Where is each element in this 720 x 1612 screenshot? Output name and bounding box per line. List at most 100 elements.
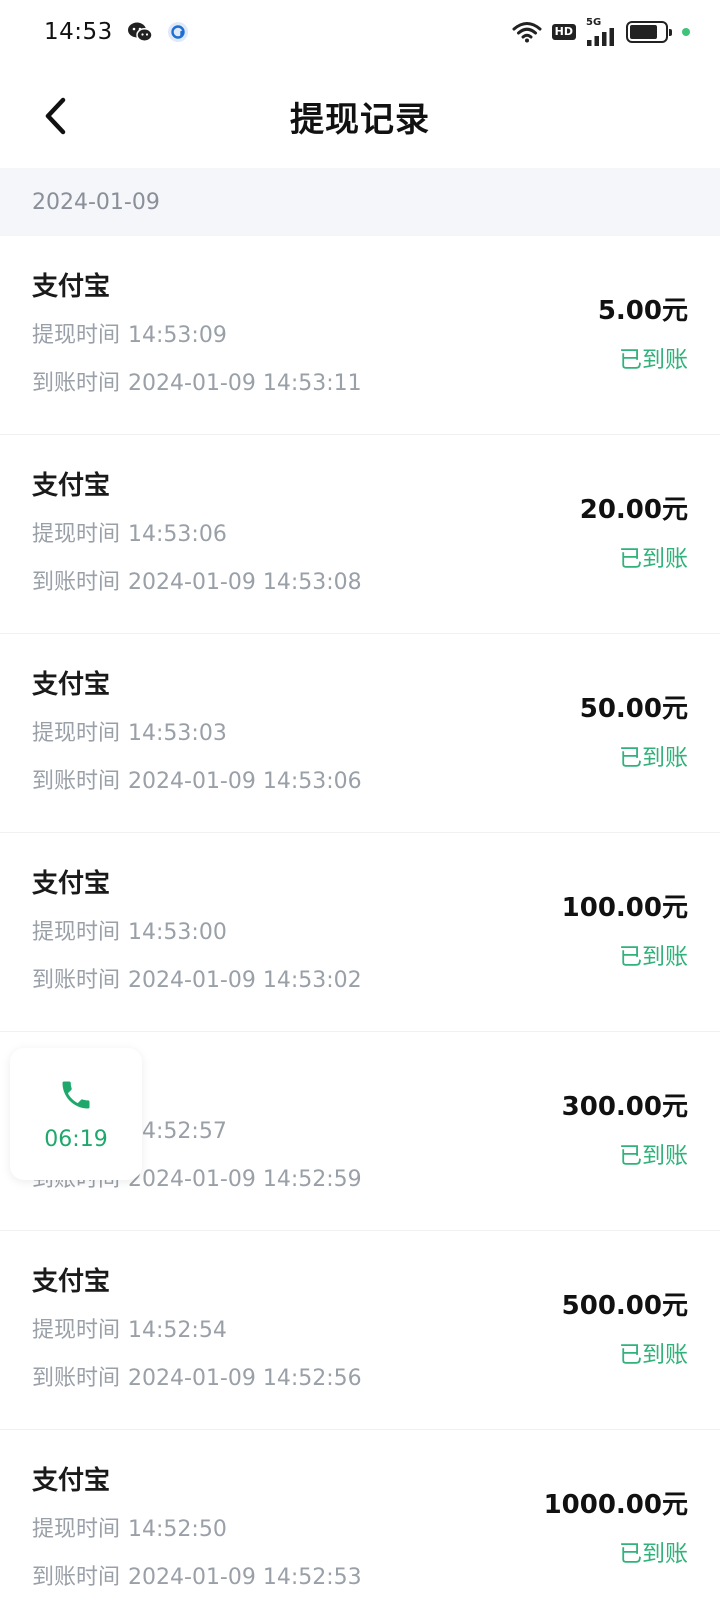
record-summary: 50.00元 已到账 bbox=[580, 693, 688, 773]
header: 提现记录 bbox=[0, 64, 720, 168]
network-type-label: 5G bbox=[586, 17, 602, 28]
withdraw-amount: 50.00元 bbox=[579, 694, 688, 724]
record-row[interactable]: 支付宝 提现时间 14:53:03 到账时间 2024-01-09 14:53:06… bbox=[0, 634, 720, 833]
record-summary: 1000.00元 已到账 bbox=[544, 1489, 688, 1569]
payment-method: 支付宝 bbox=[32, 471, 111, 501]
arrival-time-label: 到账时间 bbox=[32, 570, 121, 595]
arrival-time-label: 到账时间 bbox=[32, 1565, 121, 1590]
record-details: 支付宝 提现时间 14:53:06 到账时间 2024-01-09 14:53:08 bbox=[32, 471, 362, 597]
withdraw-time-value: 14:53:06 bbox=[128, 522, 227, 547]
screen: 14:53 HD 5G 提现记录 2024-01-09 支付宝 提现时间 14:… bbox=[0, 0, 720, 1612]
withdraw-time-value: 14:53:03 bbox=[128, 721, 227, 746]
withdraw-amount: 1000.00元 bbox=[543, 1490, 688, 1520]
record-details: 支付宝 提现时间 14:53:03 到账时间 2024-01-09 14:53:06 bbox=[32, 670, 362, 796]
signal-icon: 5G bbox=[586, 18, 616, 46]
withdraw-time-line: 提现时间 14:53:06 bbox=[32, 521, 362, 549]
payment-method: 支付宝 bbox=[32, 1466, 111, 1496]
record-summary: 100.00元 已到账 bbox=[562, 892, 688, 972]
floating-call-widget[interactable]: 06:19 bbox=[10, 1048, 142, 1180]
status-badge: 已到账 bbox=[619, 1143, 688, 1169]
withdraw-amount: 300.00元 bbox=[561, 1092, 688, 1122]
withdraw-time-line: 提现时间 14:53:09 bbox=[32, 322, 362, 350]
date-section-header: 2024-01-09 bbox=[0, 168, 720, 236]
payment-method: 支付宝 bbox=[32, 1267, 111, 1297]
wechat-icon bbox=[127, 21, 153, 43]
payment-method: 支付宝 bbox=[32, 869, 111, 899]
app-notification-icon bbox=[167, 21, 189, 43]
withdraw-time-label: 提现时间 bbox=[32, 323, 121, 348]
arrival-time-value: 2024-01-09 14:52:56 bbox=[128, 1366, 362, 1391]
arrival-time-value: 2024-01-09 14:53:08 bbox=[128, 570, 362, 595]
withdraw-time-label: 提现时间 bbox=[32, 522, 121, 547]
arrival-time-label: 到账时间 bbox=[32, 968, 121, 993]
status-badge: 已到账 bbox=[619, 1541, 688, 1567]
arrival-time-value: 2024-01-09 14:53:06 bbox=[128, 769, 362, 794]
status-badge: 已到账 bbox=[619, 1342, 688, 1368]
chevron-left-icon bbox=[45, 97, 66, 135]
status-badge: 已到账 bbox=[619, 745, 688, 771]
arrival-time-value: 2024-01-09 14:52:59 bbox=[128, 1167, 362, 1192]
withdraw-time-line: 提现时间 14:52:54 bbox=[32, 1317, 362, 1345]
section-date: 2024-01-09 bbox=[32, 189, 160, 215]
withdraw-time-value: 14:52:50 bbox=[128, 1517, 227, 1542]
withdraw-time-label: 提现时间 bbox=[32, 721, 121, 746]
withdraw-amount: 500.00元 bbox=[561, 1291, 688, 1321]
withdraw-time-label: 提现时间 bbox=[32, 1318, 121, 1343]
arrival-time-label: 到账时间 bbox=[32, 1366, 121, 1391]
withdraw-time-value: 14:52:57 bbox=[128, 1119, 227, 1144]
record-details: 支付宝 提现时间 14:53:00 到账时间 2024-01-09 14:53:02 bbox=[32, 869, 362, 995]
record-summary: 5.00元 已到账 bbox=[598, 295, 688, 375]
withdraw-time-label: 提现时间 bbox=[32, 1517, 121, 1542]
arrival-time-value: 2024-01-09 14:53:11 bbox=[128, 371, 362, 396]
status-badge: 已到账 bbox=[619, 944, 688, 970]
record-row[interactable]: 支付宝 提现时间 14:52:54 到账时间 2024-01-09 14:52:56… bbox=[0, 1231, 720, 1430]
status-bar: 14:53 HD 5G bbox=[0, 0, 720, 64]
record-summary: 20.00元 已到账 bbox=[580, 494, 688, 574]
hd-badge: HD bbox=[551, 24, 576, 40]
withdraw-time-line: 提现时间 14:53:03 bbox=[32, 720, 362, 748]
wifi-icon bbox=[512, 21, 542, 43]
phone-icon bbox=[62, 1081, 90, 1108]
record-details: 支付宝 提现时间 14:52:50 到账时间 2024-01-09 14:52:53 bbox=[32, 1466, 362, 1592]
withdraw-time-value: 14:52:54 bbox=[128, 1318, 227, 1343]
record-row[interactable]: 支付宝 提现时间 14:52:50 到账时间 2024-01-09 14:52:53… bbox=[0, 1430, 720, 1612]
record-row[interactable]: 支付宝 提现时间 14:53:00 到账时间 2024-01-09 14:53:02… bbox=[0, 833, 720, 1032]
withdraw-amount: 5.00元 bbox=[597, 296, 688, 326]
battery-fill bbox=[630, 25, 658, 39]
status-badge: 已到账 bbox=[619, 546, 688, 572]
status-time: 14:53 bbox=[44, 19, 113, 45]
arrival-time-line: 到账时间 2024-01-09 14:53:02 bbox=[32, 967, 362, 995]
status-left: 14:53 bbox=[44, 19, 189, 45]
status-right: HD 5G bbox=[512, 18, 690, 46]
withdraw-time-line: 提现时间 14:53:00 bbox=[32, 919, 362, 947]
record-summary: 300.00元 已到账 bbox=[562, 1091, 688, 1171]
record-summary: 500.00元 已到账 bbox=[562, 1290, 688, 1370]
back-button[interactable] bbox=[36, 94, 76, 138]
withdraw-time-value: 14:53:09 bbox=[128, 323, 227, 348]
record-details: 支付宝 提现时间 14:52:54 到账时间 2024-01-09 14:52:56 bbox=[32, 1267, 362, 1393]
arrival-time-line: 到账时间 2024-01-09 14:53:11 bbox=[32, 370, 362, 398]
record-row[interactable]: 支付宝 提现时间 14:53:09 到账时间 2024-01-09 14:53:11… bbox=[0, 236, 720, 435]
record-details: 支付宝 提现时间 14:53:09 到账时间 2024-01-09 14:53:11 bbox=[32, 272, 362, 398]
withdraw-amount: 100.00元 bbox=[561, 893, 688, 923]
record-row[interactable]: 支付宝 提现时间 14:53:06 到账时间 2024-01-09 14:53:08… bbox=[0, 435, 720, 634]
withdrawal-record-list: 支付宝 提现时间 14:53:09 到账时间 2024-01-09 14:53:11… bbox=[0, 236, 720, 1612]
withdraw-time-label: 提现时间 bbox=[32, 920, 121, 945]
withdraw-time-line: 提现时间 14:52:50 bbox=[32, 1516, 362, 1544]
arrival-time-line: 到账时间 2024-01-09 14:53:08 bbox=[32, 569, 362, 597]
call-duration: 06:19 bbox=[44, 1126, 108, 1152]
arrival-time-label: 到账时间 bbox=[32, 769, 121, 794]
payment-method: 支付宝 bbox=[32, 670, 111, 700]
battery-icon bbox=[626, 21, 672, 43]
arrival-time-line: 到账时间 2024-01-09 14:52:56 bbox=[32, 1365, 362, 1393]
arrival-time-line: 到账时间 2024-01-09 14:53:06 bbox=[32, 768, 362, 796]
page-title: 提现记录 bbox=[290, 99, 430, 140]
withdraw-amount: 20.00元 bbox=[579, 495, 688, 525]
arrival-time-line: 到账时间 2024-01-09 14:52:53 bbox=[32, 1564, 362, 1592]
indicator-dot bbox=[682, 28, 690, 36]
arrival-time-value: 2024-01-09 14:53:02 bbox=[128, 968, 362, 993]
status-badge: 已到账 bbox=[619, 347, 688, 373]
arrival-time-label: 到账时间 bbox=[32, 371, 121, 396]
withdraw-time-value: 14:53:00 bbox=[128, 920, 227, 945]
payment-method: 支付宝 bbox=[32, 272, 111, 302]
